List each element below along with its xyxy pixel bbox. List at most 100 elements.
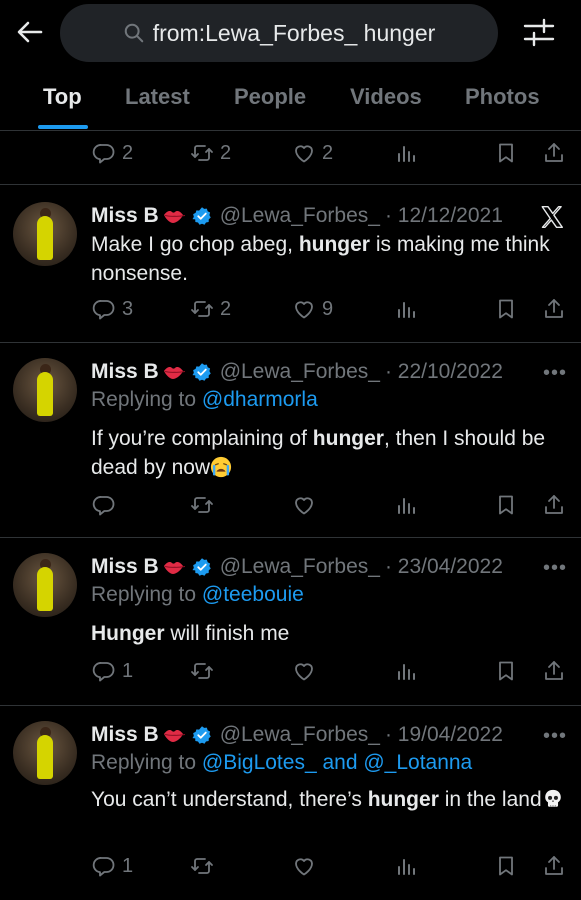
reply-count: 3 [122,297,134,320]
display-name[interactable]: Miss B [91,555,159,579]
bookmark-icon [494,493,518,517]
views-button[interactable] [394,654,418,688]
user-handle[interactable]: @Lewa_Forbes_ [220,555,380,579]
like-button[interactable] [292,488,316,522]
reply-button[interactable]: 1 [92,654,133,688]
share-button[interactable] [542,654,566,688]
search-query: from:Lewa_Forbes_ hunger [152,19,436,46]
active-tab-indicator [38,125,88,129]
repost-button[interactable] [190,654,214,688]
lips-emoji [163,365,187,379]
lips-emoji [163,728,187,742]
like-button[interactable] [292,849,316,883]
display-name[interactable]: Miss B [91,204,159,228]
user-handle[interactable]: @Lewa_Forbes_ [220,204,380,228]
bookmark-button[interactable] [494,136,518,170]
tweet-text: Make I go chop abeg, hunger is making me… [91,233,550,285]
display-name[interactable]: Miss B [91,723,159,747]
share-button[interactable] [542,488,566,522]
search-input[interactable]: from:Lewa_Forbes_ hunger [60,4,498,62]
reply-icon [92,297,116,321]
divider [0,705,581,706]
views-button[interactable] [394,488,418,522]
replying-to: Replying to @dharmorla [91,388,318,411]
reply-icon [92,493,116,517]
divider [0,184,581,185]
reply-mention-link[interactable]: @teebouie [202,583,304,606]
bookmark-button[interactable] [494,488,518,522]
tweet-actions: 1 [0,849,581,883]
bookmark-button[interactable] [494,292,518,326]
reply-button[interactable]: 1 [92,849,133,883]
like-button[interactable]: 9 [292,292,333,326]
avatar[interactable] [13,721,77,785]
share-button[interactable] [542,136,566,170]
avatar[interactable] [13,553,77,617]
views-button[interactable] [394,292,418,326]
reply-icon [92,854,116,878]
reply-mention-link[interactable]: @BigLotes_ and @_Lotanna [202,751,472,774]
user-handle[interactable]: @Lewa_Forbes_ [220,723,380,747]
like-button[interactable] [292,654,316,688]
tab-latest[interactable]: Latest [125,84,190,110]
highlight-hunger: hunger [298,233,370,256]
crying-emoji [210,456,232,478]
back-arrow-icon[interactable] [14,16,46,48]
reply-count: 1 [122,659,134,682]
repost-icon [190,854,214,878]
views-button[interactable] [394,849,418,883]
filter-icon[interactable] [522,17,556,49]
like-button[interactable]: 2 [292,136,333,170]
views-button[interactable] [394,136,418,170]
more-icon[interactable]: ••• [543,362,567,385]
like-icon [292,297,316,321]
reply-button[interactable]: 2 [92,136,133,170]
repost-button[interactable]: 2 [190,136,231,170]
tweet-text: If you’re complaining of hunger, then I … [91,427,546,479]
like-icon [292,493,316,517]
verified-icon [192,362,212,382]
repost-icon [190,493,214,517]
x-logo-icon [541,206,563,228]
avatar[interactable] [13,358,77,422]
bookmark-icon [494,141,518,165]
reply-count: 1 [122,854,134,877]
share-button[interactable] [542,849,566,883]
more-icon[interactable]: ••• [543,557,567,580]
repost-button[interactable] [190,488,214,522]
share-button[interactable] [542,292,566,326]
tab-top[interactable]: Top [43,84,82,110]
replying-to: Replying to @teebouie [91,583,304,606]
views-icon [394,493,418,517]
bookmark-button[interactable] [494,654,518,688]
tab-people[interactable]: People [234,84,306,110]
reply-button[interactable] [92,488,116,522]
tweet-actions: 1 [0,654,581,688]
verified-icon [192,206,212,226]
repost-icon [190,659,214,683]
user-handle[interactable]: @Lewa_Forbes_ [220,360,380,384]
like-icon [292,141,316,165]
reply-button[interactable]: 3 [92,292,133,326]
repost-button[interactable] [190,849,214,883]
bookmark-icon [494,659,518,683]
repost-count: 2 [220,141,232,164]
tweet-date: · 12/12/2021 [384,204,503,227]
reply-mention-link[interactable]: @dharmorla [202,388,318,411]
tab-videos[interactable]: Videos [350,84,422,110]
tab-photos[interactable]: Photos [465,84,540,110]
divider [0,537,581,538]
tweet-header: Miss B @Lewa_Forbes_ · 19/04/2022 [91,721,503,749]
bookmark-button[interactable] [494,849,518,883]
reply-icon [92,141,116,165]
repost-button[interactable]: 2 [190,292,231,326]
like-count: 9 [322,297,334,320]
avatar[interactable] [13,202,77,266]
views-icon [394,659,418,683]
bookmark-icon [494,854,518,878]
more-icon[interactable]: ••• [543,725,567,748]
replying-to: Replying to @BigLotes_ and @_Lotanna [91,751,473,774]
tweet-text: Hunger will finish me [91,622,290,645]
highlight-hunger: hunger [312,427,384,450]
display-name[interactable]: Miss B [91,360,159,384]
